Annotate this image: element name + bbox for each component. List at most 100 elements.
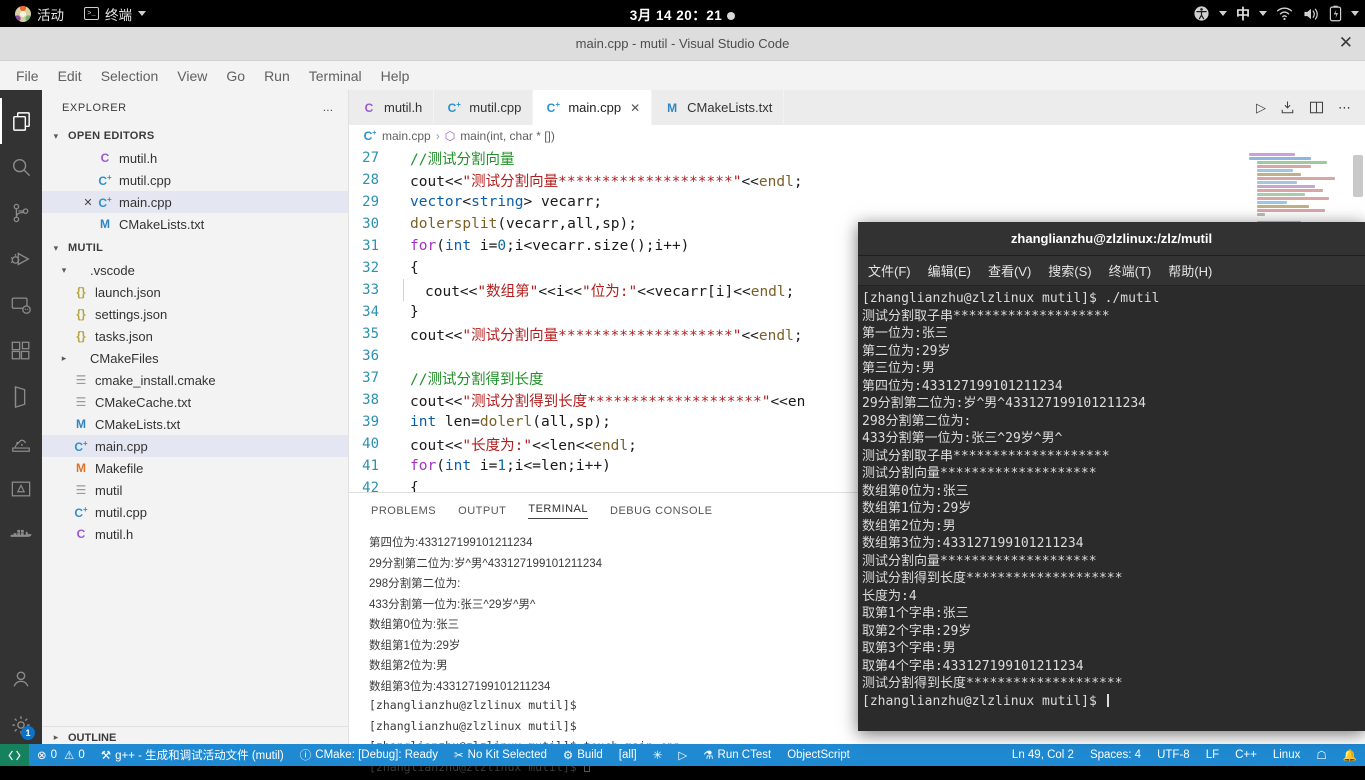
terminal-output[interactable]: [zhanglianzhu@zlzlinux mutil]$ ./mutil 测… (858, 286, 1365, 723)
tree-item-label: main.cpp (90, 439, 148, 454)
tree-item-cmake-install[interactable]: ☰ cmake_install.cmake (42, 369, 348, 391)
menu-help[interactable]: Help (373, 65, 418, 87)
text-file-icon: ☰ (72, 483, 90, 497)
menu-terminal[interactable]: Terminal (301, 65, 370, 87)
gnome-clock[interactable]: 3月 14 20：21 (0, 4, 1365, 24)
tree-item-settings-json[interactable]: {} settings.json (42, 303, 348, 325)
status-debug[interactable]: ✳ (645, 744, 671, 766)
tree-item-mutil-h[interactable]: C mutil.h (42, 523, 348, 545)
terminal-menu-view[interactable]: 查看(V) (988, 261, 1031, 280)
open-editor-mutil-h[interactable]: C mutil.h (42, 147, 348, 169)
tree-item-mutil[interactable]: ☰ mutil (42, 479, 348, 501)
menu-selection[interactable]: Selection (93, 65, 167, 87)
tree-item-cmakelists[interactable]: M CMakeLists.txt (42, 413, 348, 435)
activity-bar: 1 (0, 90, 42, 748)
breadcrumb-symbol[interactable]: main(int, char * []) (460, 129, 555, 143)
terminal-menu-terminal[interactable]: 终端(T) (1109, 261, 1152, 280)
close-icon[interactable]: ✕ (1339, 35, 1353, 51)
menu-file[interactable]: File (8, 65, 47, 87)
code-token: ( (436, 458, 445, 474)
activity-source-control[interactable] (0, 190, 42, 236)
tab-cmakelists[interactable]: M CMakeLists.txt (652, 90, 784, 125)
terminal-menu-search[interactable]: 搜索(S) (1048, 261, 1091, 280)
terminal-menu-help[interactable]: 帮助(H) (1168, 261, 1212, 280)
tab-main-cpp[interactable]: C+ main.cpp ✕ (533, 90, 652, 125)
tree-item-makefile[interactable]: M Makefile (42, 457, 348, 479)
tree-item-vscode[interactable]: ▾ . .vscode (42, 259, 348, 281)
activity-objectscript[interactable] (0, 466, 42, 512)
menu-view[interactable]: View (169, 65, 215, 87)
tree-item-mutil-cpp[interactable]: C+ mutil.cpp (42, 501, 348, 523)
activity-run-debug[interactable] (0, 236, 42, 282)
status-notifications[interactable]: 🔔 (1335, 744, 1365, 766)
code-token: cout (410, 174, 445, 190)
tab-mutil-h[interactable]: C mutil.h (349, 90, 434, 125)
menu-edit[interactable]: Edit (50, 65, 90, 87)
terminal-line: 数组第3位为:433127199101211234 (862, 535, 1365, 553)
terminal-line: 测试分割得到长度******************** (862, 570, 1365, 588)
terminal-menu-edit[interactable]: 编辑(E) (928, 261, 971, 280)
tab-debug-console[interactable]: DEBUG CONSOLE (610, 505, 712, 517)
activity-search[interactable] (0, 144, 42, 190)
terminal-line: 测试分割得到长度******************** (862, 675, 1365, 693)
activity-accounts[interactable] (0, 656, 42, 702)
editor-scrollbar[interactable] (1353, 155, 1363, 197)
status-problems[interactable]: ⊗0 ⚠0 (29, 744, 93, 766)
code-token: cout<< (410, 438, 462, 454)
close-icon[interactable]: ✕ (80, 196, 96, 209)
activity-docker[interactable] (0, 512, 42, 558)
tree-item-cmakecache[interactable]: ☰ CMakeCache.txt (42, 391, 348, 413)
open-editor-mutil-cpp[interactable]: C+ mutil.cpp (42, 169, 348, 191)
activity-remote-explorer[interactable] (0, 282, 42, 328)
tree-item-tasks-json[interactable]: {} tasks.json (42, 325, 348, 347)
run-icon[interactable]: ▷ (1256, 100, 1266, 116)
activity-explorer[interactable] (0, 98, 42, 144)
more-actions-icon[interactable]: ⋯ (1338, 100, 1351, 116)
section-open-editors[interactable]: ▾ OPEN EDITORS (42, 125, 348, 147)
status-build-button[interactable]: ⚙ Build (555, 744, 611, 766)
terminal-menu-file[interactable]: 文件(F) (868, 261, 911, 280)
tab-output[interactable]: OUTPUT (458, 505, 506, 517)
tab-label: CMakeLists.txt (687, 100, 772, 115)
split-editor-icon[interactable] (1309, 100, 1324, 115)
status-build-target[interactable]: ⚒ g++ - 生成和调试活动文件 (mutil) (93, 744, 292, 766)
menu-go[interactable]: Go (218, 65, 253, 87)
open-editor-main-cpp[interactable]: ✕ C+ main.cpp (42, 191, 348, 213)
status-ctest[interactable]: ⚗ Run CTest (695, 744, 779, 766)
activity-extensions[interactable] (0, 328, 42, 374)
remote-indicator[interactable] (0, 744, 29, 766)
run-debug-icon[interactable] (1280, 100, 1295, 115)
status-encoding[interactable]: UTF-8 (1149, 744, 1198, 766)
status-launch[interactable]: ▷ (670, 744, 695, 766)
status-indentation[interactable]: Spaces: 4 (1082, 744, 1149, 766)
tree-item-main-cpp[interactable]: C+ main.cpp (42, 435, 348, 457)
status-cursor-position[interactable]: Ln 49, Col 2 (1004, 744, 1082, 766)
status-cmake[interactable]: ⓘ CMake: [Debug]: Ready (292, 744, 446, 766)
open-editor-cmakelists[interactable]: M CMakeLists.txt (42, 213, 348, 235)
status-eol[interactable]: LF (1198, 744, 1227, 766)
tab-mutil-cpp[interactable]: C+ mutil.cpp (434, 90, 533, 125)
tab-terminal[interactable]: TERMINAL (528, 503, 588, 519)
tab-problems[interactable]: PROBLEMS (371, 505, 436, 517)
more-actions-icon[interactable]: … (322, 102, 334, 114)
ctest-label: Run CTest (718, 749, 772, 761)
menu-run[interactable]: Run (256, 65, 298, 87)
activity-testing[interactable] (0, 420, 42, 466)
gnome-system-tray[interactable]: 中 (1193, 0, 1359, 27)
status-language[interactable]: C++ (1227, 744, 1265, 766)
section-project-mutil[interactable]: ▾ MUTIL (42, 237, 348, 259)
gnome-terminal-window[interactable]: zhanglianzhu@zlzlinux:/zlz/mutil 文件(F) 编… (858, 222, 1365, 731)
tree-item-cmakefiles[interactable]: ▸ . CMakeFiles (42, 347, 348, 369)
activity-cmake[interactable] (0, 374, 42, 420)
tree-item-label: CMakeFiles (90, 351, 159, 366)
close-icon[interactable]: ✕ (630, 101, 640, 115)
code-token: "测试分割向量********************" (462, 328, 741, 344)
status-feedback[interactable]: ☖ (1308, 744, 1334, 766)
tree-item-launch-json[interactable]: {} launch.json (42, 281, 348, 303)
activity-manage[interactable]: 1 (0, 702, 42, 748)
breadcrumb-file[interactable]: main.cpp (382, 129, 431, 143)
status-kit[interactable]: ✂ No Kit Selected (446, 744, 555, 766)
status-objectscript[interactable]: ObjectScript (779, 744, 858, 766)
status-platform[interactable]: Linux (1265, 744, 1309, 766)
status-variant[interactable]: [all] (611, 744, 645, 766)
